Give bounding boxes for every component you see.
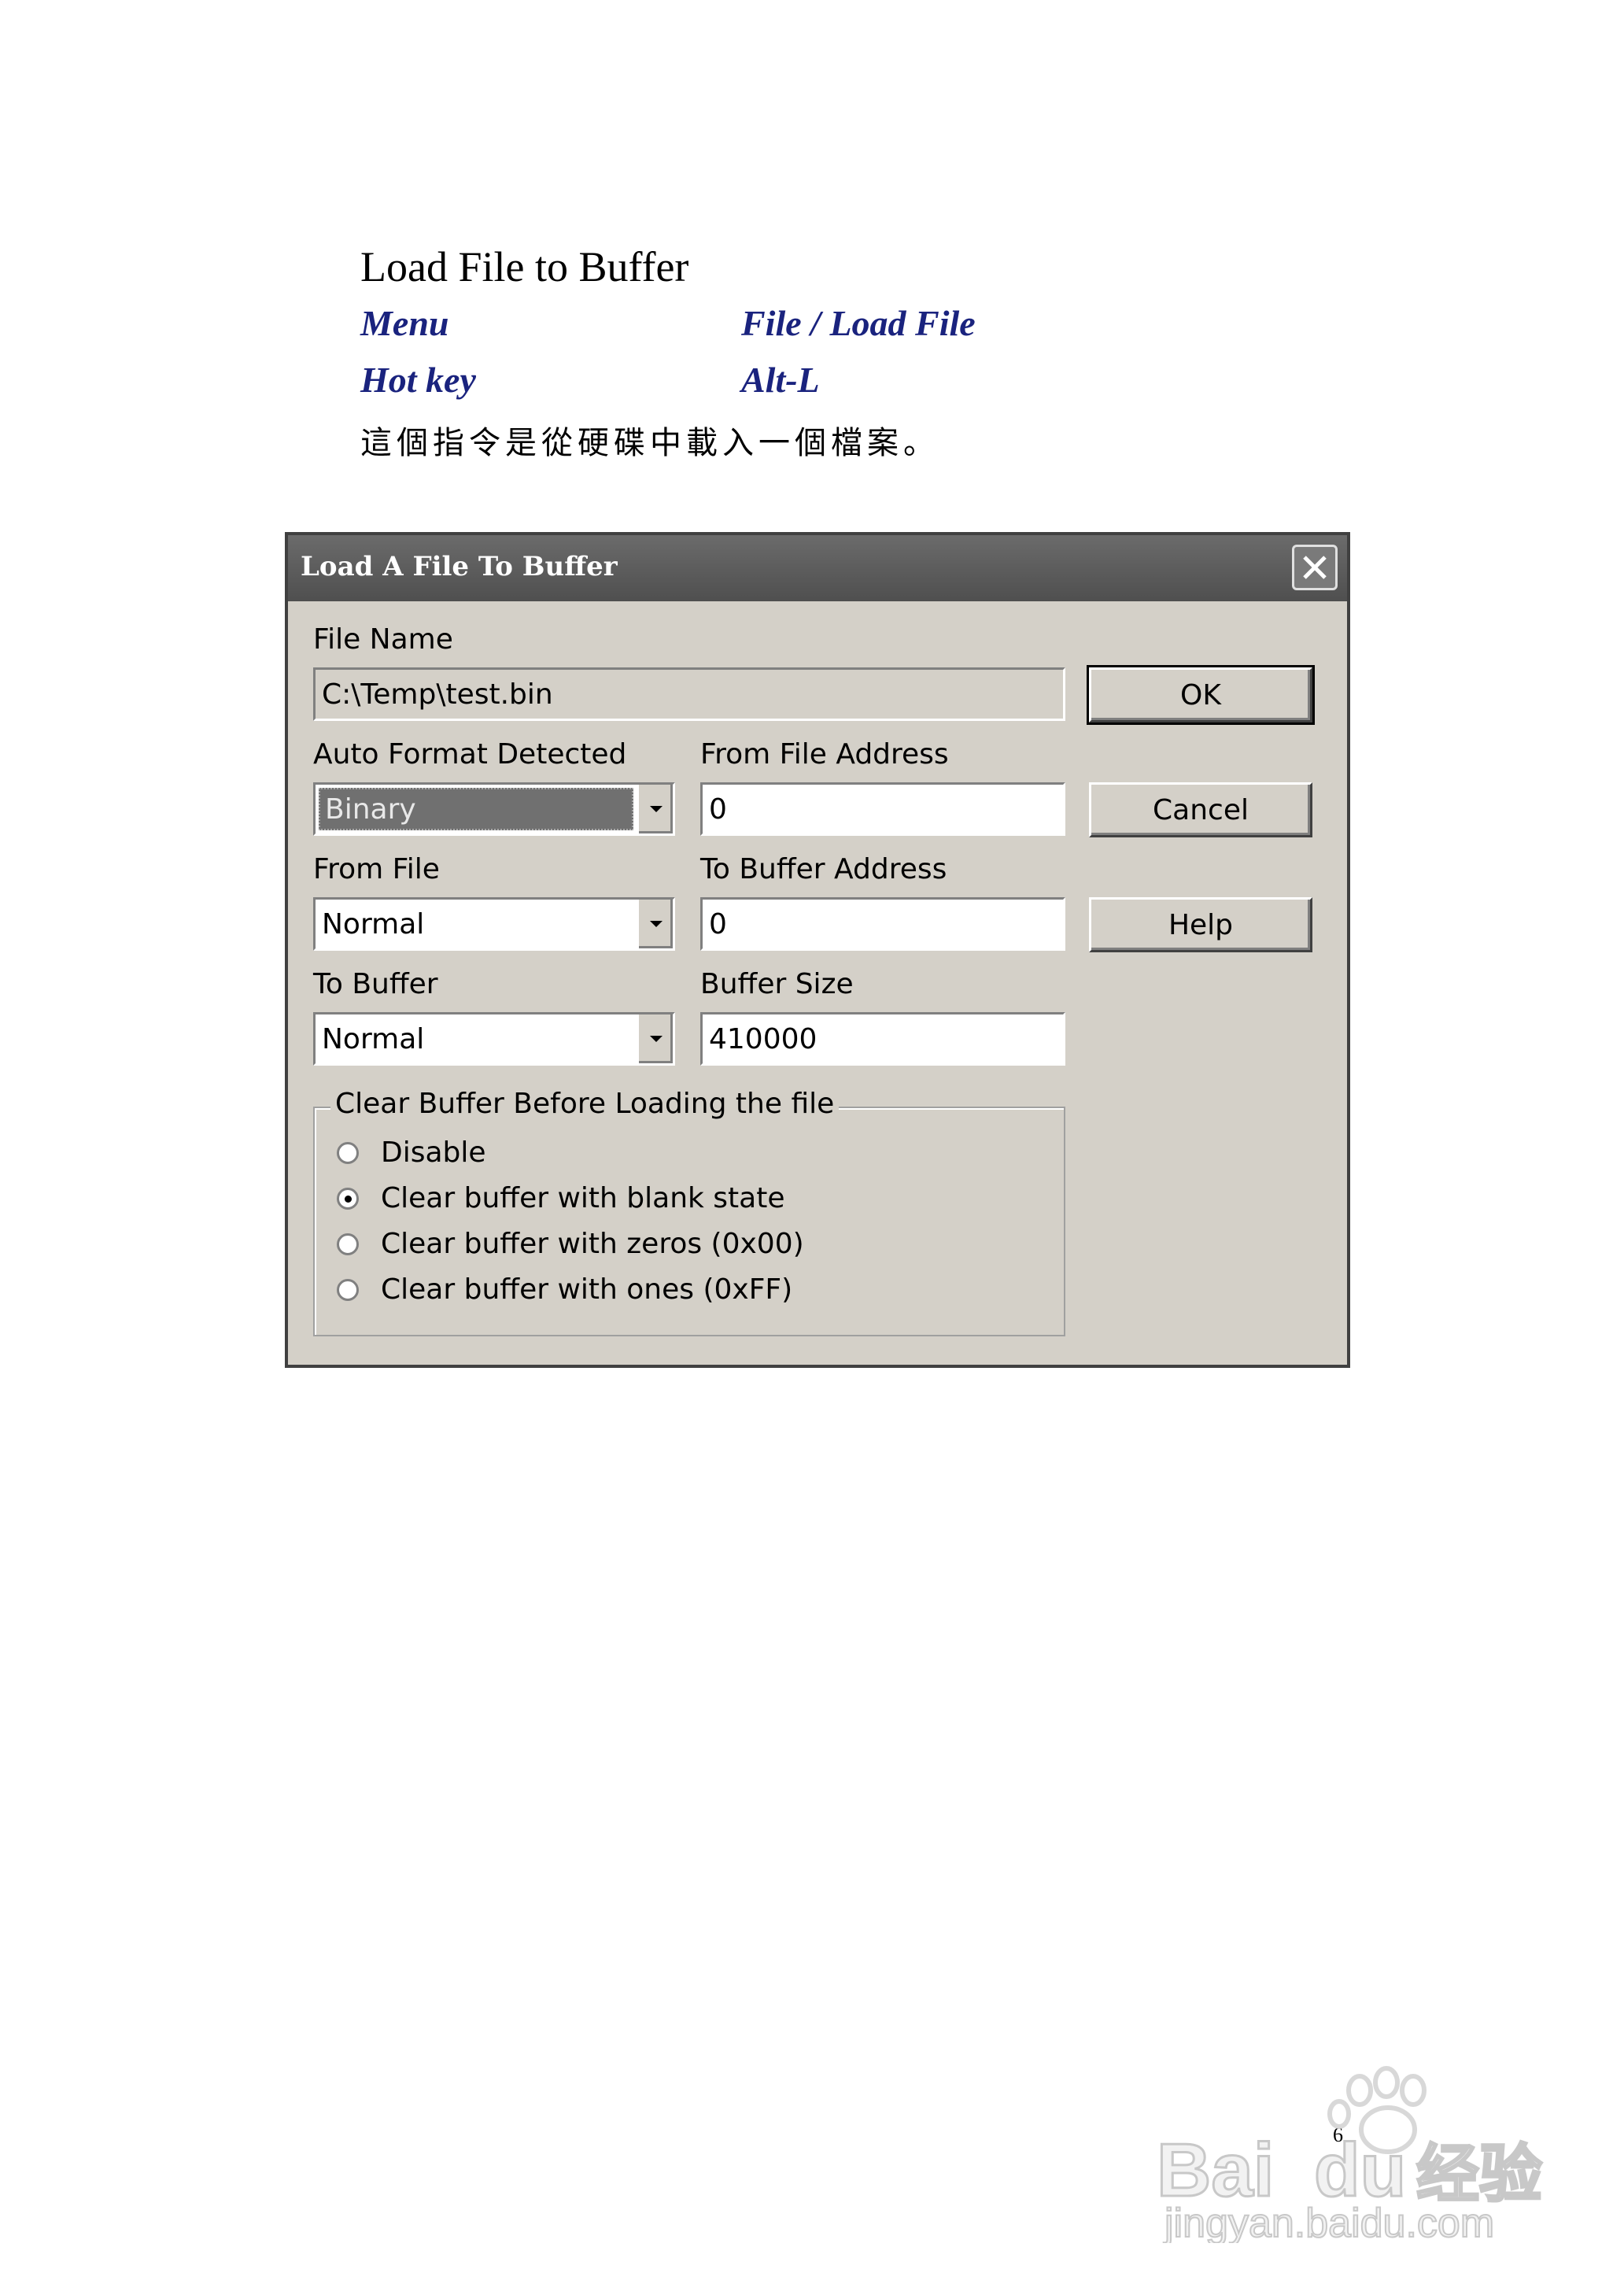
radio-button[interactable] [337, 1278, 359, 1301]
from-file-address-value: 0 [709, 793, 727, 826]
radio-label: Disable [381, 1136, 486, 1169]
to-buffer-dropdown-button[interactable] [637, 1014, 673, 1063]
close-button[interactable] [1292, 545, 1338, 590]
menu-value: File / Load File [741, 303, 976, 343]
to-buffer-address-value: 0 [709, 907, 727, 941]
buffer-size-input[interactable]: 410000 [700, 1012, 1065, 1066]
chevron-down-icon [649, 806, 663, 812]
from-file-select[interactable]: Normal [313, 897, 675, 951]
to-buffer-select[interactable]: Normal [313, 1012, 675, 1066]
description-text: 這個指令是從硬碟中載入一個檔案。 [360, 425, 939, 461]
cancel-button[interactable]: Cancel [1089, 782, 1312, 837]
from-file-address-input[interactable]: 0 [700, 782, 1065, 836]
section-heading: Load File to Buffer [360, 243, 689, 290]
hotkey-value: Alt-L [741, 360, 820, 400]
auto-format-value: Binary [319, 788, 633, 830]
to-buffer-address-label: To Buffer Address [700, 853, 947, 885]
file-name-label: File Name [313, 623, 453, 656]
ok-button[interactable]: OK [1087, 665, 1315, 725]
from-file-address-label: From File Address [700, 738, 949, 771]
watermark-brand-2: du [1314, 2128, 1406, 2212]
radio-button-selected[interactable] [337, 1187, 359, 1210]
watermark-brand: Bai [1157, 2128, 1274, 2212]
from-file-dropdown-button[interactable] [637, 900, 673, 948]
dialog-title: Load A File To Buffer [301, 551, 618, 582]
radio-disable[interactable]: Disable [337, 1136, 486, 1169]
auto-format-select[interactable]: Binary [313, 782, 675, 836]
menu-label: Menu [360, 303, 449, 343]
from-file-value: Normal [322, 907, 425, 941]
hotkey-label: Hot key [360, 360, 476, 400]
radio-clear-zeros[interactable]: Clear buffer with zeros (0x00) [337, 1228, 804, 1260]
to-buffer-address-input[interactable]: 0 [700, 897, 1065, 951]
buffer-size-label: Buffer Size [700, 968, 854, 1000]
chevron-down-icon [649, 921, 663, 927]
auto-format-label: Auto Format Detected [313, 738, 627, 771]
radio-button[interactable] [337, 1141, 359, 1164]
from-file-label: From File [313, 853, 440, 885]
to-buffer-label: To Buffer [313, 968, 438, 1000]
radio-label: Clear buffer with blank state [381, 1182, 785, 1214]
help-button[interactable]: Help [1089, 897, 1312, 952]
radio-clear-blank[interactable]: Clear buffer with blank state [337, 1182, 785, 1214]
close-icon [1303, 556, 1327, 579]
buffer-size-value: 410000 [709, 1022, 818, 1055]
file-name-input[interactable]: C:\Temp\test.bin [313, 667, 1065, 721]
auto-format-dropdown-button[interactable] [637, 785, 673, 833]
file-name-value: C:\Temp\test.bin [322, 678, 553, 711]
watermark-url: jingyan.baidu.com [1163, 2201, 1494, 2243]
radio-label: Clear buffer with zeros (0x00) [381, 1228, 804, 1260]
radio-button[interactable] [337, 1232, 359, 1255]
dialog-titlebar: Load A File To Buffer [288, 535, 1347, 601]
radio-clear-ones[interactable]: Clear buffer with ones (0xFF) [337, 1273, 792, 1306]
baidu-watermark: Bai du 经验 jingyan.baidu.com [1157, 2066, 1544, 2243]
clear-buffer-group-title: Clear Buffer Before Loading the file [330, 1088, 840, 1120]
chevron-down-icon [649, 1036, 663, 1042]
to-buffer-value: Normal [322, 1022, 425, 1055]
radio-label: Clear buffer with ones (0xFF) [381, 1273, 793, 1306]
